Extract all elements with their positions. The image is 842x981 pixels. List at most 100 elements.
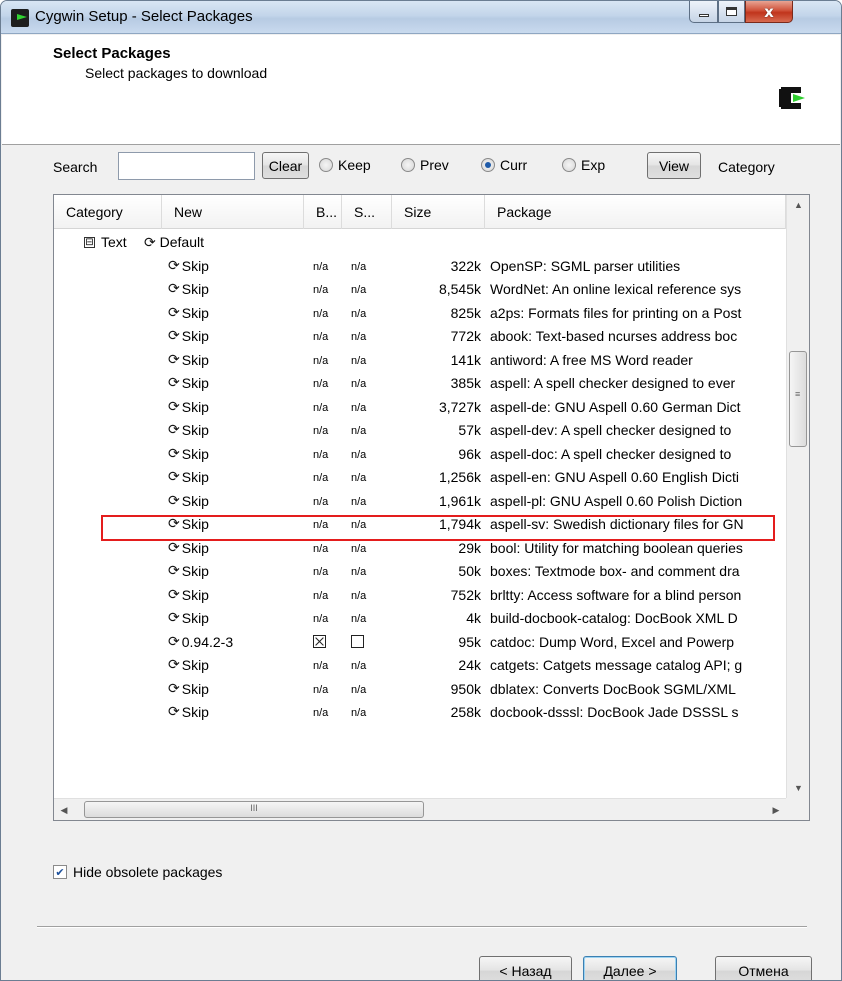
- close-button[interactable]: x: [745, 1, 793, 23]
- table-row[interactable]: ⟳ Skip n/a n/a 1,256k aspell-en: GNU Aspell 0…: [54, 467, 784, 490]
- page-subtitle: Select packages to download: [85, 65, 268, 81]
- vertical-scrollbar[interactable]: ▲ ≡ ▼: [786, 195, 809, 798]
- column-header-category[interactable]: Category: [54, 195, 162, 229]
- maximize-icon: [726, 7, 737, 16]
- scroll-left-icon[interactable]: ◀: [54, 799, 74, 820]
- column-header-size[interactable]: Size: [392, 195, 485, 229]
- cancel-button[interactable]: Отмена: [715, 956, 812, 980]
- new-action[interactable]: ⟳ Skip: [168, 704, 209, 720]
- new-action[interactable]: ⟳ Skip: [168, 657, 209, 673]
- setup-window: Cygwin Setup - Select Packages x Select …: [0, 0, 842, 981]
- new-action[interactable]: ⟳ Skip: [168, 422, 209, 438]
- new-action[interactable]: ⟳ Skip: [168, 375, 209, 391]
- title-bar[interactable]: Cygwin Setup - Select Packages x: [1, 1, 841, 34]
- new-action[interactable]: ⟳ Skip: [168, 305, 209, 321]
- table-row[interactable]: ⟳ Skip n/a n/a 8,545k WordNet: An online lexi…: [54, 279, 784, 302]
- table-row[interactable]: ⟳ Skip n/a n/a 96k aspell-doc: A spell checke…: [54, 444, 784, 467]
- new-action[interactable]: ⟳ Skip: [168, 516, 209, 532]
- package-name: aspell-de: GNU Aspell 0.60 German Dict: [490, 398, 741, 415]
- maximize-button[interactable]: [718, 1, 745, 23]
- new-action[interactable]: ⟳ Skip: [168, 328, 209, 344]
- column-header-new[interactable]: New: [162, 195, 304, 229]
- radio-prev-circle[interactable]: [401, 158, 415, 172]
- package-name: abook: Text-based ncurses address boc: [490, 328, 738, 344]
- radio-exp[interactable]: Exp: [562, 157, 605, 173]
- table-row[interactable]: ⟳ Skip n/a n/a 50k boxes: Textmode box- and c…: [54, 561, 784, 584]
- table-row[interactable]: ⟳ Skip n/a n/a 950k dblatex: Converts DocBook…: [54, 679, 784, 702]
- minimize-button[interactable]: [689, 1, 718, 23]
- radio-exp-label: Exp: [581, 157, 606, 173]
- hide-obsolete-checkbox[interactable]: ✔: [53, 865, 67, 879]
- table-row[interactable]: ⟳ Skip n/a n/a 1,961k aspell-pl: GNU Aspell 0…: [54, 491, 784, 514]
- table-row[interactable]: ⟳ Skip n/a n/a 772k abook: Text-based ncurses…: [54, 326, 784, 349]
- radio-exp-circle[interactable]: [562, 158, 576, 172]
- scroll-up-icon[interactable]: ▲: [787, 195, 809, 215]
- package-name: aspell-pl: GNU Aspell 0.60 Polish Dictio…: [490, 492, 743, 509]
- radio-prev[interactable]: Prev: [401, 157, 449, 173]
- cycle-icon: ⟳: [168, 445, 180, 462]
- back-button[interactable]: < Назад: [479, 956, 572, 980]
- scroll-right-icon[interactable]: ▶: [766, 799, 786, 820]
- table-row[interactable]: ⟳ Skip n/a n/a 4k build-docbook-catalog: DocB…: [54, 608, 784, 631]
- new-action[interactable]: ⟳ Skip: [168, 258, 209, 274]
- view-button[interactable]: View: [647, 152, 701, 179]
- table-row[interactable]: ⟳ Skip n/a n/a 752k brltty: Access software f…: [54, 585, 784, 608]
- binary-checkbox[interactable]: [313, 634, 326, 648]
- horizontal-scrollbar[interactable]: ◀ III ▶: [54, 798, 786, 820]
- new-action[interactable]: ⟳ Skip: [168, 399, 209, 415]
- size-value: 752k: [450, 586, 481, 603]
- new-action[interactable]: ⟳ Skip: [168, 493, 209, 509]
- column-header-source[interactable]: S...: [342, 195, 392, 229]
- next-button[interactable]: Далее >: [583, 956, 677, 980]
- package-list[interactable]: Category New B... S... Size Package ⊟ Te…: [53, 194, 810, 821]
- table-row[interactable]: ⟳ Skip n/a n/a 57k aspell-dev: A spell checke…: [54, 420, 784, 443]
- collapse-icon[interactable]: ⊟: [84, 237, 95, 248]
- new-action[interactable]: ⟳ Skip: [168, 610, 209, 626]
- new-action[interactable]: ⟳ Skip: [168, 352, 209, 368]
- binary-value: n/a: [313, 284, 329, 296]
- radio-prev-label: Prev: [420, 157, 449, 173]
- column-header-package[interactable]: Package: [485, 195, 786, 229]
- cycle-icon: ⟳: [168, 516, 180, 532]
- package-name: bool: Utility for matching boolean queri…: [490, 539, 743, 556]
- new-action[interactable]: ⟳ Skip: [168, 446, 209, 462]
- new-action[interactable]: ⟳ Skip: [168, 681, 209, 697]
- horizontal-scroll-thumb[interactable]: III: [84, 801, 424, 818]
- table-row[interactable]: ⟳ Skip n/a n/a 29k bool: Utility for matching…: [54, 538, 784, 561]
- new-action[interactable]: ⟳ 0.94.2-3: [168, 634, 233, 650]
- new-action[interactable]: ⟳ Skip: [168, 540, 209, 556]
- source-checkbox[interactable]: [351, 634, 364, 648]
- new-action[interactable]: ⟳ Skip: [168, 469, 209, 485]
- vertical-scroll-thumb[interactable]: ≡: [789, 351, 807, 447]
- radio-curr-circle[interactable]: [481, 158, 495, 172]
- table-row[interactable]: ⟳ Skip n/a n/a 24k catgets: Catgets message c…: [54, 655, 784, 678]
- radio-keep-circle[interactable]: [319, 158, 333, 172]
- radio-keep[interactable]: Keep: [319, 157, 371, 173]
- scroll-down-icon[interactable]: ▼: [787, 778, 809, 798]
- table-row[interactable]: ⟳ Skip n/a n/a 141k antiword: A free MS Word …: [54, 350, 784, 373]
- hide-obsolete-option[interactable]: ✔ Hide obsolete packages: [53, 864, 222, 880]
- new-action[interactable]: ⟳ Skip: [168, 281, 209, 297]
- table-row[interactable]: ⟳ Skip n/a n/a 322k OpenSP: SGML parser utili…: [54, 256, 784, 279]
- table-row[interactable]: ⟳ Skip n/a n/a 1,794k aspell-sv: Swedish dict…: [54, 514, 784, 537]
- cycle-icon: ⟳: [168, 563, 180, 579]
- table-row[interactable]: ⟳ Skip n/a n/a 258k docbook-dsssl: DocBook Ja…: [54, 702, 784, 725]
- size-value: 322k: [450, 257, 481, 274]
- clear-button[interactable]: Clear: [262, 152, 309, 179]
- column-header-binary[interactable]: B...: [304, 195, 342, 229]
- category-row[interactable]: ⊟ Text ⟳ Default: [54, 232, 784, 255]
- table-row[interactable]: ⟳ Skip n/a n/a 3,727k aspell-de: GNU Aspell 0…: [54, 397, 784, 420]
- package-name: OpenSP: SGML parser utilities: [490, 257, 681, 274]
- source-value: n/a: [351, 378, 367, 390]
- search-input[interactable]: [118, 152, 255, 180]
- new-action[interactable]: ⟳ Skip: [168, 563, 209, 579]
- table-row[interactable]: ⟳ Skip n/a n/a 385k aspell: A spell checker d…: [54, 373, 784, 396]
- source-value: n/a: [351, 660, 367, 672]
- package-name: aspell-sv: Swedish dictionary files for …: [490, 516, 744, 532]
- category-action[interactable]: ⟳ Default: [144, 234, 204, 251]
- table-row-selected[interactable]: ⟳ 0.94.2-3 95k catdoc: Dump Word, Excel and…: [54, 632, 784, 655]
- radio-curr[interactable]: Curr: [481, 157, 527, 173]
- new-action[interactable]: ⟳ Skip: [168, 587, 209, 603]
- table-row[interactable]: ⟳ Skip n/a n/a 825k a2ps: Formats files for p…: [54, 303, 784, 326]
- binary-value: n/a: [313, 401, 329, 414]
